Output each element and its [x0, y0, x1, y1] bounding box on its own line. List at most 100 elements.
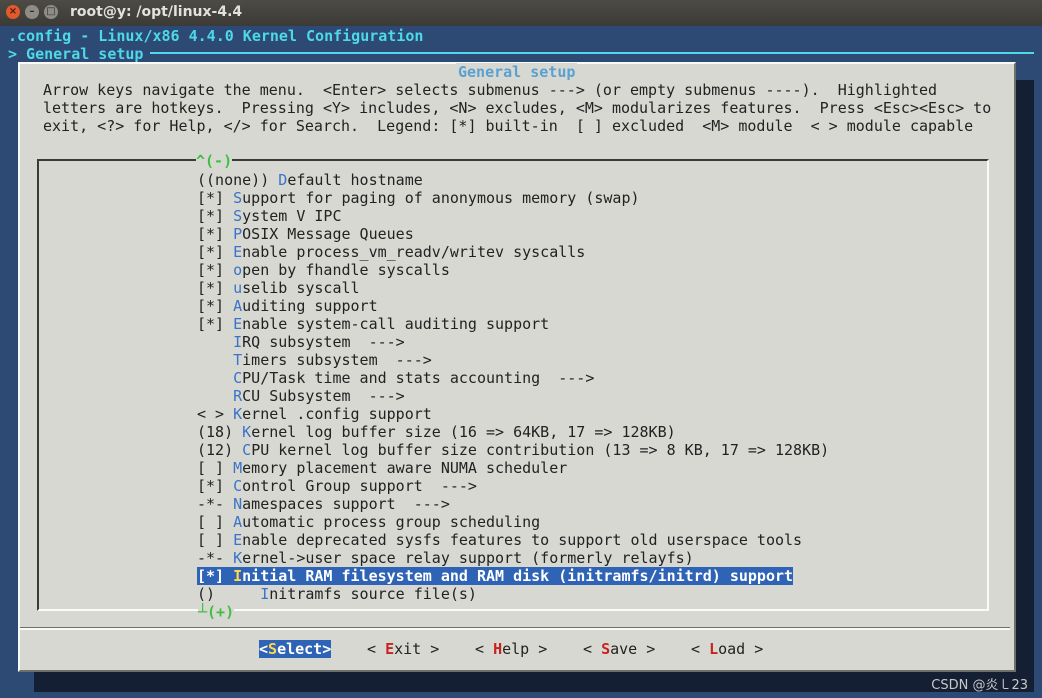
menu-item[interactable]: [*] Auditing support: [197, 297, 378, 315]
menu-item-hotkey: D: [278, 171, 288, 189]
button-separator: [20, 627, 1010, 630]
menu-item-label: ernel log buffer size (16 => 64KB, 17 =>…: [251, 423, 676, 441]
menu-item-hotkey: o: [233, 261, 243, 279]
config-header: .config - Linux/x86 4.4.0 Kernel Configu…: [8, 27, 424, 45]
select-button[interactable]: <Select>: [259, 640, 332, 658]
menu-item-label: efault hostname: [287, 171, 423, 189]
menu-item[interactable]: [*] System V IPC: [197, 207, 342, 225]
menu-item[interactable]: () Initramfs source file(s): [197, 585, 477, 603]
menu-item-prefix: [*]: [197, 315, 234, 333]
menu-item-hotkey: I: [233, 333, 243, 351]
menu-item-label: uditing support: [242, 297, 378, 315]
menu-item[interactable]: (18) Kernel log buffer size (16 => 64KB,…: [197, 423, 676, 441]
menu-item-hotkey: C: [242, 441, 252, 459]
button-open: <: [259, 640, 269, 658]
menu-item[interactable]: ((none)) Default hostname: [197, 171, 423, 189]
menu-item-prefix: [ ]: [197, 531, 234, 549]
menu-item[interactable]: [*] uselib syscall: [197, 279, 360, 297]
help-line-2: letters are hotkeys. Pressing <Y> includ…: [43, 99, 992, 117]
menu-item-hotkey: I: [233, 567, 243, 585]
button-rest: oad: [718, 640, 746, 658]
menu-item[interactable]: -*- Kernel->user space relay support (fo…: [197, 549, 694, 567]
menu-item[interactable]: [*] Enable process_vm_readv/writev sysca…: [197, 243, 585, 261]
menu-item-label: ontrol Group support --->: [242, 477, 477, 495]
menu-item[interactable]: -*- Namespaces support --->: [197, 495, 450, 513]
header-divider: [150, 52, 1034, 54]
menu-item[interactable]: (12) CPU kernel log buffer size contribu…: [197, 441, 829, 459]
menu-item-hotkey: K: [233, 405, 243, 423]
menu-item-label: emory placement aware NUMA scheduler: [242, 459, 568, 477]
menu-item[interactable]: Timers subsystem --->: [197, 351, 432, 369]
menu-item-prefix: [*]: [197, 225, 234, 243]
menu-item-hotkey: A: [233, 297, 243, 315]
menu-item[interactable]: CPU/Task time and stats accounting --->: [197, 369, 594, 387]
menu-item-hotkey: u: [233, 279, 243, 297]
menu-item[interactable]: < > Kernel .config support: [197, 405, 432, 423]
menu-item[interactable]: [*] Support for paging of anonymous memo…: [197, 189, 640, 207]
menu-item-prefix: [197, 369, 233, 387]
button-open: <: [691, 640, 710, 658]
menu-item-label: utomatic process group scheduling: [242, 513, 541, 531]
menu-item-label: nable deprecated sysfs features to suppo…: [242, 531, 803, 549]
button-close: >: [322, 640, 332, 658]
scroll-up-indicator[interactable]: ^(-): [196, 152, 233, 170]
menu-item-hotkey: M: [233, 459, 243, 477]
menu-item-hotkey: N: [233, 495, 243, 513]
button-key: S: [601, 640, 611, 658]
menu-item-label: nable process_vm_readv/writev syscalls: [242, 243, 586, 261]
menu-item-hotkey: E: [233, 531, 243, 549]
menu-item-hotkey: E: [233, 315, 243, 333]
menu-item[interactable]: IRQ subsystem --->: [197, 333, 405, 351]
menu-item[interactable]: [*] Control Group support --->: [197, 477, 477, 495]
help-line-1: Arrow keys navigate the menu. <Enter> se…: [43, 81, 938, 99]
watermark: CSDN @炎㇄23: [931, 678, 1028, 693]
menu-item-prefix: -*-: [197, 495, 234, 513]
load-button[interactable]: < Load >: [691, 640, 763, 658]
menu-item[interactable]: [*] open by fhandle syscalls: [197, 261, 450, 279]
exit-button[interactable]: < Exit >: [367, 640, 439, 658]
menu-item-label: selib syscall: [242, 279, 360, 297]
menu-item-label: OSIX Message Queues: [242, 225, 414, 243]
menu-item-hotkey: P: [233, 225, 243, 243]
menu-item-prefix: [*]: [197, 477, 234, 495]
menu-item-label: PU/Task time and stats accounting --->: [242, 369, 595, 387]
menu-item-prefix: [197, 333, 233, 351]
menu-item-hotkey: S: [233, 189, 243, 207]
menu-item-hotkey: E: [233, 243, 243, 261]
menu-item-label: CU Subsystem --->: [242, 387, 405, 405]
menu-item-hotkey: R: [233, 387, 243, 405]
menu-item-prefix: (): [197, 585, 261, 603]
menu-item-label: amespaces support --->: [242, 495, 450, 513]
menu-item-hotkey: K: [242, 423, 252, 441]
minimize-icon[interactable]: –: [25, 5, 39, 19]
menu-item-label: pen by fhandle syscalls: [242, 261, 450, 279]
close-icon[interactable]: ×: [6, 5, 20, 19]
menu-item[interactable]: [*] POSIX Message Queues: [197, 225, 414, 243]
menu-item-label: nitial RAM filesystem and RAM disk (init…: [242, 567, 794, 585]
dialog-shadow-right: [1016, 80, 1034, 680]
menu-item[interactable]: [*] Initial RAM filesystem and RAM disk …: [197, 567, 794, 585]
maximize-icon[interactable]: □: [44, 5, 58, 19]
scroll-down-indicator[interactable]: ┴(+): [198, 603, 235, 621]
menu-item-prefix: [*]: [197, 567, 234, 585]
button-open: <: [583, 640, 602, 658]
menu-item-prefix: [197, 387, 233, 405]
menu-item[interactable]: [ ] Automatic process group scheduling: [197, 513, 540, 531]
help-button[interactable]: < Help >: [475, 640, 547, 658]
menu-item-label: ernel->user space relay support (formerl…: [242, 549, 694, 567]
window-title: root@y: /opt/linux-4.4: [70, 4, 243, 20]
menu-item-prefix: [*]: [197, 297, 234, 315]
button-rest: ave: [610, 640, 638, 658]
menu-item[interactable]: [ ] Memory placement aware NUMA schedule…: [197, 459, 567, 477]
menu-item[interactable]: [*] Enable system-call auditing support: [197, 315, 549, 333]
menu-item-label: upport for paging of anonymous memory (s…: [242, 189, 640, 207]
menu-item-hotkey: S: [233, 207, 243, 225]
menu-item[interactable]: [ ] Enable deprecated sysfs features to …: [197, 531, 802, 549]
save-button[interactable]: < Save >: [583, 640, 655, 658]
menu-item-label: imers subsystem --->: [242, 351, 432, 369]
button-close: >: [529, 640, 548, 658]
menu-item-prefix: [*]: [197, 279, 234, 297]
button-key: S: [268, 640, 278, 658]
button-key: E: [385, 640, 395, 658]
menu-item[interactable]: RCU Subsystem --->: [197, 387, 405, 405]
